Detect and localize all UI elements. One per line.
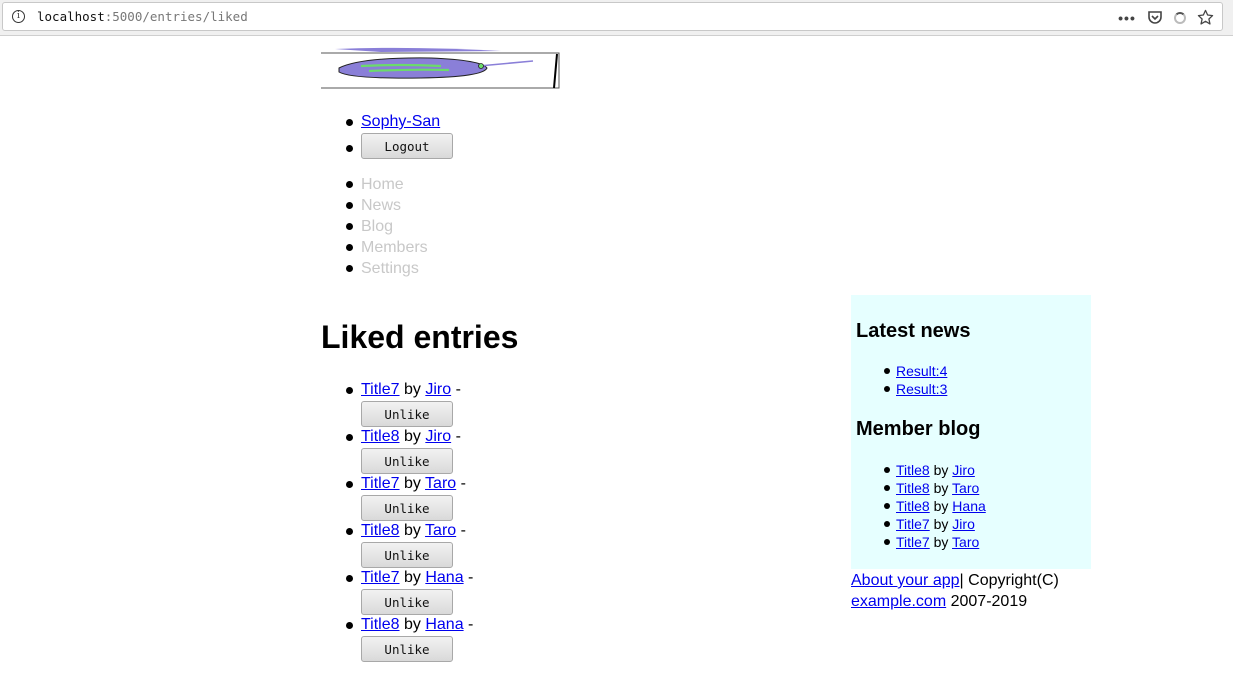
list-item: Title7 by Jiro [884, 515, 986, 533]
url-text[interactable]: localhost:5000/entries/liked [37, 9, 248, 24]
blog-title-link[interactable]: Title8 [896, 480, 930, 496]
page-title: Liked entries [321, 319, 519, 355]
user-menu: Sophy-San Logout [346, 112, 453, 159]
url-path: :5000/entries/liked [104, 9, 248, 24]
dash-text: - [468, 569, 474, 586]
latest-news-heading: Latest news [856, 320, 971, 342]
browser-toolbar: i localhost:5000/entries/liked ••• [0, 0, 1233, 36]
site-link[interactable]: example.com [851, 593, 946, 610]
entry-author-link[interactable]: Hana [425, 569, 463, 586]
by-text: by [403, 522, 421, 539]
sidebar: Latest news Result:4 Result:3 Member blo… [851, 295, 1091, 569]
member-blog-heading: Member blog [856, 418, 981, 440]
list-item: Title7 by Jiro - Unlike [345, 380, 473, 427]
nav-item-settings[interactable]: Settings [346, 258, 428, 279]
blog-author-link[interactable]: Jiro [952, 516, 975, 532]
entry-title-link[interactable]: Title7 [361, 569, 400, 586]
blog-title-link[interactable]: Title8 [896, 498, 930, 514]
nav-item-blog[interactable]: Blog [346, 216, 428, 237]
nav-item-members[interactable]: Members [346, 237, 428, 258]
copyright-years: 2007-2019 [950, 593, 1028, 610]
entry-title-link[interactable]: Title7 [361, 475, 400, 492]
unlike-button[interactable]: Unlike [361, 401, 453, 427]
entry-title-link[interactable]: Title7 [361, 381, 400, 398]
blog-author-link[interactable]: Jiro [952, 462, 975, 478]
by-text: by [933, 480, 949, 496]
member-blog-list: Title8 by Jiro Title8 by Taro Title8 by … [884, 461, 986, 551]
info-icon[interactable]: i [12, 10, 25, 23]
entry-title-link[interactable]: Title8 [361, 522, 400, 539]
blog-author-link[interactable]: Hana [952, 498, 985, 514]
address-bar-actions: ••• [1118, 8, 1214, 28]
news-link[interactable]: Result:4 [896, 363, 947, 379]
footer: About your app| Copyright(C) example.com… [851, 570, 1081, 612]
unlike-button[interactable]: Unlike [361, 636, 453, 662]
user-menu-item: Logout [346, 133, 453, 159]
list-item: Title8 by Jiro [884, 461, 986, 479]
nav-item-news[interactable]: News [346, 195, 428, 216]
site-logo[interactable] [321, 46, 561, 90]
main-nav: Home News Blog Members Settings [346, 174, 428, 279]
dash-text: - [460, 475, 466, 492]
nav-item-home[interactable]: Home [346, 174, 428, 195]
entry-author-link[interactable]: Hana [425, 616, 463, 633]
entry-title-link[interactable]: Title8 [361, 428, 400, 445]
list-item: Title8 by Taro - Unlike [345, 521, 473, 568]
news-link[interactable]: Result:3 [896, 381, 947, 397]
by-text: by [403, 428, 421, 445]
username-link[interactable]: Sophy-San [361, 113, 440, 130]
by-text: by [933, 534, 949, 550]
by-text: by [933, 498, 949, 514]
list-item: Title7 by Hana - Unlike [345, 568, 474, 615]
entry-author-link[interactable]: Jiro [425, 428, 451, 445]
list-item: Title8 by Hana [884, 497, 986, 515]
by-text: by [403, 475, 421, 492]
blog-title-link[interactable]: Title8 [896, 462, 930, 478]
list-item: Title8 by Taro [884, 479, 986, 497]
pocket-icon[interactable] [1146, 9, 1164, 27]
about-link[interactable]: About your app [851, 572, 960, 589]
by-text: by [933, 462, 949, 478]
url-host: localhost [37, 9, 105, 24]
user-menu-item: Sophy-San [346, 112, 453, 132]
list-item: Title7 by Taro - Unlike [345, 474, 473, 521]
by-text: by [933, 516, 949, 532]
liked-entries-list: Title7 by Jiro - Unlike Title8 by Jiro -… [345, 380, 474, 662]
entry-author-link[interactable]: Taro [425, 522, 456, 539]
more-icon[interactable]: ••• [1118, 9, 1136, 27]
address-bar[interactable]: i localhost:5000/entries/liked ••• [2, 2, 1223, 31]
blog-title-link[interactable]: Title7 [896, 516, 930, 532]
unlike-button[interactable]: Unlike [361, 589, 453, 615]
entry-title-link[interactable]: Title8 [361, 616, 400, 633]
by-text: by [403, 381, 421, 398]
list-item: Title8 by Hana - Unlike [345, 615, 474, 662]
blog-title-link[interactable]: Title7 [896, 534, 930, 550]
by-text: by [403, 569, 421, 586]
dash-text: - [455, 428, 461, 445]
bookmark-star-icon[interactable] [1196, 9, 1214, 27]
unlike-button[interactable]: Unlike [361, 448, 453, 474]
by-text: by [403, 616, 421, 633]
latest-news-list: Result:4 Result:3 [883, 362, 947, 398]
entry-author-link[interactable]: Taro [425, 475, 456, 492]
loading-icon [1174, 12, 1186, 24]
blog-author-link[interactable]: Taro [952, 534, 979, 550]
entry-author-link[interactable]: Jiro [425, 381, 451, 398]
list-item: Result:4 [883, 362, 947, 380]
list-item: Result:3 [883, 380, 947, 398]
unlike-button[interactable]: Unlike [361, 542, 453, 568]
dash-text: - [460, 522, 466, 539]
list-item: Title7 by Taro [884, 533, 986, 551]
copyright-text: | Copyright(C) [959, 572, 1059, 589]
logout-button[interactable]: Logout [361, 133, 453, 159]
dash-text: - [455, 381, 461, 398]
list-item: Title8 by Jiro - Unlike [345, 427, 473, 474]
unlike-button[interactable]: Unlike [361, 495, 453, 521]
blog-author-link[interactable]: Taro [952, 480, 979, 496]
dash-text: - [468, 616, 474, 633]
